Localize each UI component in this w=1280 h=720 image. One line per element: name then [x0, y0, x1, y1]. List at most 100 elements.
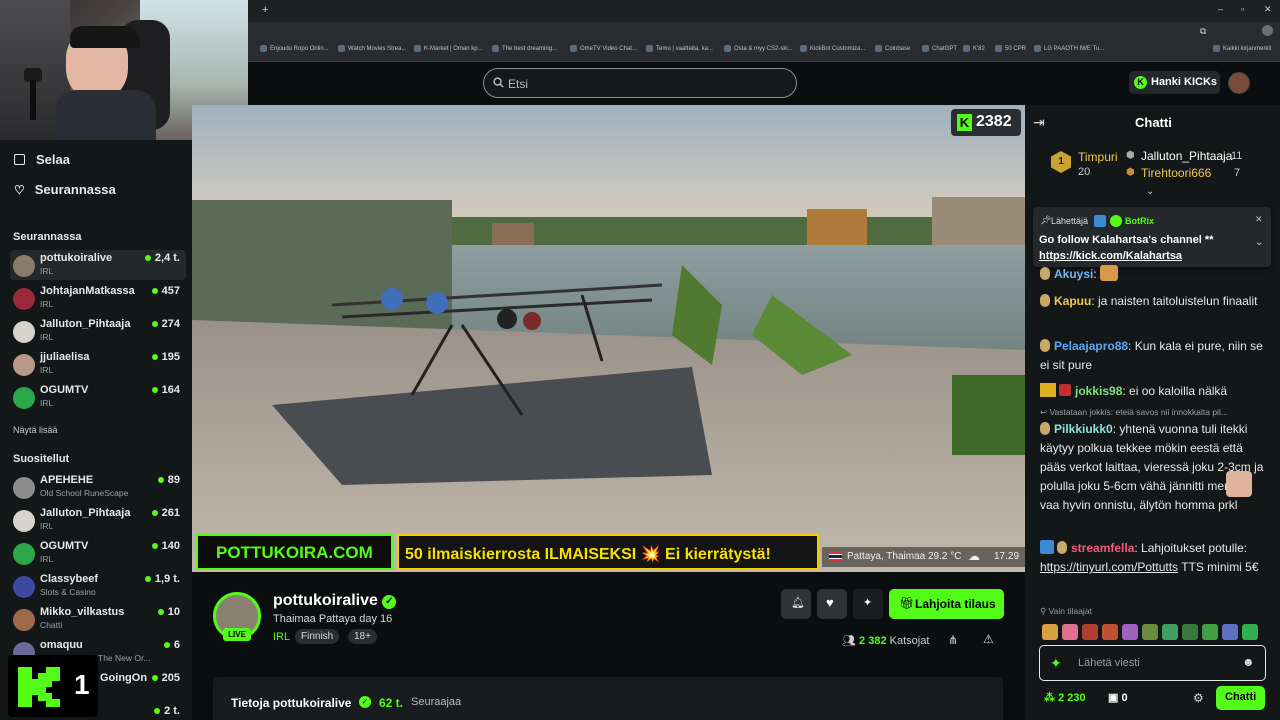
bookmark-item[interactable]: OmeTV Video Chat... — [570, 45, 637, 52]
tag-18plus[interactable]: 18+ — [348, 629, 377, 644]
sidebar-channel-jalluton-pihtaaja[interactable]: Jalluton_Pihtaaja IRL 274 — [10, 316, 186, 346]
bookmark-item[interactable]: The best dreaming... — [492, 45, 557, 52]
get-kicks-button[interactable]: K Hanki KICKs — [1129, 71, 1220, 94]
bookmark-item[interactable]: Temu | vaatteita, ka... — [646, 45, 713, 52]
show-more-link[interactable]: Näytä lisää — [13, 425, 58, 435]
close-window-icon[interactable]: ✕ — [1264, 4, 1272, 15]
search-input[interactable]: Etsi — [483, 68, 797, 98]
sidebar-channel-jalluton-pihtaaja-rec[interactable]: Jalluton_Pihtaaja IRL 261 — [10, 505, 186, 535]
bookmark-label: K'82 — [973, 46, 985, 53]
sidebar-channel-mikko-vilkastus[interactable]: Mikko_vilkastus Chatti 10 — [10, 604, 186, 634]
sidebar-channel-ogumtv-rec[interactable]: OGUMTV IRL 140 — [10, 538, 186, 568]
minimize-icon[interactable]: – — [1218, 4, 1223, 14]
chat-input[interactable]: ✦ Lähetä viesti ☻ — [1039, 645, 1266, 681]
gear-icon[interactable]: ⚙ — [1193, 691, 1204, 705]
pinned-message[interactable]: 📌︎ Lähettäjä BotRix ✕ Go follow Kalahart… — [1033, 207, 1271, 267]
avatar — [13, 543, 35, 565]
clip-button[interactable]: ✦ — [853, 589, 883, 619]
heart-icon: ♡ — [14, 183, 25, 197]
viewer-stats: 👥︎ 2 382 Katsojat — [842, 634, 929, 647]
kicks-balance[interactable]: ▣ 0 — [1108, 691, 1128, 704]
bookmark-item[interactable]: Kaikki kirjanmerkit — [1213, 45, 1271, 52]
reply-context[interactable]: ↩︎ Vastataan jokkis: eteiä savos nii inn… — [1040, 405, 1265, 419]
left-sidebar: Selaa ♡ Seurannassa Seurannassa pottukoir… — [0, 140, 192, 720]
collapse-chat-icon[interactable]: ⇥ — [1033, 114, 1045, 131]
channel-name-heading[interactable]: pottukoiralive ✓ — [273, 592, 397, 610]
chat-username[interactable]: streamfella — [1071, 541, 1134, 555]
overlay-number: 1 — [74, 669, 90, 700]
tag-finnish[interactable]: Finnish — [295, 629, 340, 644]
channel-points[interactable]: ⁂ 2 230 — [1044, 691, 1086, 704]
avatar — [13, 576, 35, 598]
notification-bell-button[interactable]: 🔔︎ — [781, 589, 811, 619]
emote-icon[interactable] — [1242, 624, 1258, 640]
share-icon[interactable]: ⋔ — [948, 633, 958, 647]
bookmark-item[interactable]: LG PAAOTH IWE Tu... — [1034, 45, 1104, 52]
send-chat-button[interactable]: Chatti — [1216, 686, 1265, 710]
nav-following[interactable]: ♡ Seurannassa — [14, 182, 116, 197]
sidebar-channel-classybeef[interactable]: Classybeef Slots & Casino 1,9 t. — [10, 571, 186, 601]
nav-browse[interactable]: Selaa — [14, 152, 70, 167]
emote-icon[interactable] — [1102, 624, 1118, 640]
sidebar-channel-pottukoiralive[interactable]: pottukoiralive IRL 2,4 t. — [10, 250, 186, 280]
chat-link[interactable]: https://tinyurl.com/Pottutts — [1040, 560, 1178, 574]
bookmark-item[interactable]: Watch Movies Strea... — [338, 45, 406, 52]
chat-username[interactable]: jokkis98 — [1075, 384, 1122, 398]
channel-name: Jalluton_Pihtaaja — [40, 507, 131, 519]
bookmark-item[interactable]: Osta & myy CS2-ski... — [724, 45, 793, 52]
kick-logo-overlay: 1 — [8, 655, 98, 717]
follow-button[interactable]: ♥ — [817, 589, 847, 619]
profile-icon[interactable] — [1262, 25, 1273, 36]
unpin-icon[interactable]: ✕ — [1255, 214, 1263, 225]
new-tab-icon[interactable]: + — [262, 4, 268, 16]
user-avatar[interactable] — [1228, 72, 1250, 94]
maximize-icon[interactable]: ▫ — [1241, 4, 1244, 14]
leaderboard-count: 7 — [1234, 167, 1241, 179]
bookmark-item[interactable]: K-Market | Oman kp... — [414, 45, 483, 52]
gift-sub-button[interactable]: 🎁︎ Lahjoita tilaus — [889, 589, 1004, 619]
pinned-link[interactable]: https://kick.com/Kalahartsa — [1039, 250, 1182, 262]
sidebar-channel-jjuliaelisa[interactable]: jjuliaelisa IRL 195 — [10, 349, 186, 379]
location-text: Pattaya, Thaimaa — [847, 551, 926, 562]
emote-icon[interactable] — [1182, 624, 1198, 640]
lock-icon: ⚲ — [1040, 606, 1049, 616]
sidebar-channel-ogumtv[interactable]: OGUMTV IRL 164 — [10, 382, 186, 412]
emote-icon[interactable] — [1042, 624, 1058, 640]
report-icon[interactable]: ⚠ — [983, 632, 994, 646]
sidebar-channel-johtajanmatkassa[interactable]: JohtajanMatkassa IRL 457 — [10, 283, 186, 313]
chevron-down-icon[interactable]: ⌄ — [1255, 237, 1263, 248]
stream-title: Thaimaa Pattaya day 16 — [273, 613, 393, 625]
bookmark-item[interactable]: KickBot Customiza... — [800, 45, 865, 52]
emoji-icon[interactable]: ☻ — [1242, 655, 1255, 669]
sidebar-channel-apehehe[interactable]: APEHEHE Old School RuneScape 89 — [10, 472, 186, 502]
emote-icon[interactable] — [1202, 624, 1218, 640]
chat-username[interactable]: Pilkkiukk0 — [1054, 422, 1113, 436]
live-badge: LIVE — [223, 628, 251, 641]
video-player[interactable]: K 2382 POTTUKOIRA.COM 50 ilmaiskierrosta… — [192, 105, 1025, 572]
chat-username[interactable]: Akuysi — [1054, 267, 1093, 281]
sparkle-icon[interactable]: ✦ — [1050, 655, 1062, 672]
viewer-count: 10 — [158, 606, 180, 618]
expand-leaderboard-icon[interactable]: ⌄ — [1146, 186, 1154, 197]
kicks-coin-icon: K — [1134, 76, 1147, 89]
category-link[interactable]: IRL — [273, 631, 290, 643]
bookmark-item[interactable]: ChatGPT — [922, 45, 957, 52]
rank-badge: 1 — [1051, 151, 1071, 173]
bookmark-favicon-icon — [875, 45, 882, 52]
emote-icon[interactable] — [1122, 624, 1138, 640]
chat-username[interactable]: Kapuu — [1054, 294, 1091, 308]
emote-icon[interactable] — [1062, 624, 1078, 640]
extensions-icon[interactable]: ⧉ — [1200, 26, 1206, 37]
emote-icon[interactable] — [1162, 624, 1178, 640]
bookmark-item[interactable]: Coinbase — [875, 45, 910, 52]
emote-icon[interactable] — [1222, 624, 1238, 640]
emote-icon[interactable] — [1142, 624, 1158, 640]
channel-category: IRL — [40, 266, 54, 276]
bookmark-item[interactable]: K'82 — [963, 45, 985, 52]
bookmark-item[interactable]: 50 CPR — [995, 45, 1026, 52]
shield-icon: ⬢ — [1126, 150, 1135, 161]
emote-icon[interactable] — [1082, 624, 1098, 640]
chat-username[interactable]: Pelaajapro88 — [1054, 339, 1128, 353]
bookmark-item[interactable]: Enjoudu Ropo Onlin... — [260, 45, 329, 52]
viewer-count: 2,4 t. — [145, 252, 180, 264]
